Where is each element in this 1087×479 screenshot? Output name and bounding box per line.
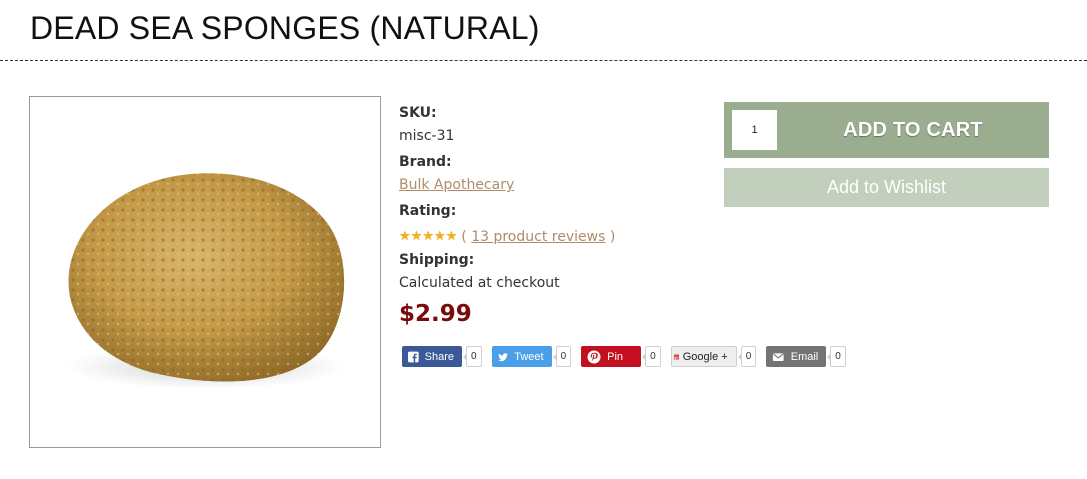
- star-icon: ★: [422, 228, 434, 244]
- facebook-icon: [408, 351, 419, 362]
- shipping-value: Calculated at checkout: [399, 275, 560, 291]
- sku-value: misc-31: [399, 128, 455, 144]
- title-divider: [0, 60, 1087, 61]
- social-share-bar: Share 0 Tweet 0 Pin 0 g+ Google + 0 Emai…: [402, 346, 856, 367]
- email-icon: [773, 352, 784, 361]
- rating-row: ★ ★ ★ ★ ★ ( 13 product reviews ): [399, 224, 699, 249]
- facebook-share-count: 0: [463, 346, 482, 367]
- email-share-button[interactable]: Email: [766, 346, 827, 367]
- brand-link[interactable]: Bulk Apothecary: [399, 177, 514, 193]
- quantity-input[interactable]: [732, 110, 777, 150]
- email-share-count: 0: [827, 346, 846, 367]
- add-to-cart-panel: ADD TO CART: [724, 102, 1049, 158]
- sponge-image: [65, 173, 345, 389]
- shipping-label: Shipping:: [399, 252, 475, 268]
- twitter-icon: [497, 352, 508, 361]
- twitter-tweet-label: Tweet: [514, 350, 544, 363]
- star-icon: ★: [445, 228, 458, 244]
- twitter-tweet-button[interactable]: Tweet: [491, 346, 552, 367]
- reviews-close-paren: ): [609, 228, 616, 245]
- email-share-label: Email: [790, 350, 819, 363]
- twitter-share-count: 0: [552, 346, 572, 367]
- rating-stars: ★ ★ ★ ★ ★: [399, 228, 458, 244]
- star-icon: ★: [433, 228, 446, 244]
- svg-text:g+: g+: [674, 355, 679, 359]
- pinterest-pin-label: Pin: [607, 350, 624, 363]
- google-plus-label: Google +: [682, 350, 728, 363]
- product-details: SKU: misc-31 Brand: Bulk Apothecary Rati…: [399, 102, 699, 333]
- reviews-link[interactable]: 13 product reviews: [471, 229, 605, 245]
- brand-label: Brand:: [399, 154, 452, 170]
- add-to-cart-button[interactable]: ADD TO CART: [777, 102, 1049, 158]
- star-icon: ★: [399, 228, 411, 244]
- add-to-wishlist-button[interactable]: Add to Wishlist: [724, 168, 1049, 207]
- reviews-open-paren: (: [461, 228, 467, 245]
- google-plus-share-count: 0: [737, 346, 757, 367]
- pinterest-icon: [587, 350, 601, 363]
- sku-label: SKU:: [399, 105, 437, 121]
- facebook-share-button[interactable]: Share: [402, 346, 462, 367]
- google-plus-icon: g+: [673, 353, 679, 360]
- star-icon: ★: [410, 228, 423, 244]
- product-price: $2.99: [399, 301, 472, 327]
- pinterest-pin-button[interactable]: Pin: [581, 346, 642, 367]
- pinterest-share-count: 0: [642, 346, 661, 367]
- google-plus-button[interactable]: g+ Google +: [670, 346, 737, 367]
- product-image[interactable]: [29, 96, 381, 448]
- facebook-share-label: Share: [424, 350, 454, 363]
- page-title: DEAD SEA SPONGES (NATURAL): [30, 10, 540, 46]
- rating-label: Rating:: [399, 203, 457, 219]
